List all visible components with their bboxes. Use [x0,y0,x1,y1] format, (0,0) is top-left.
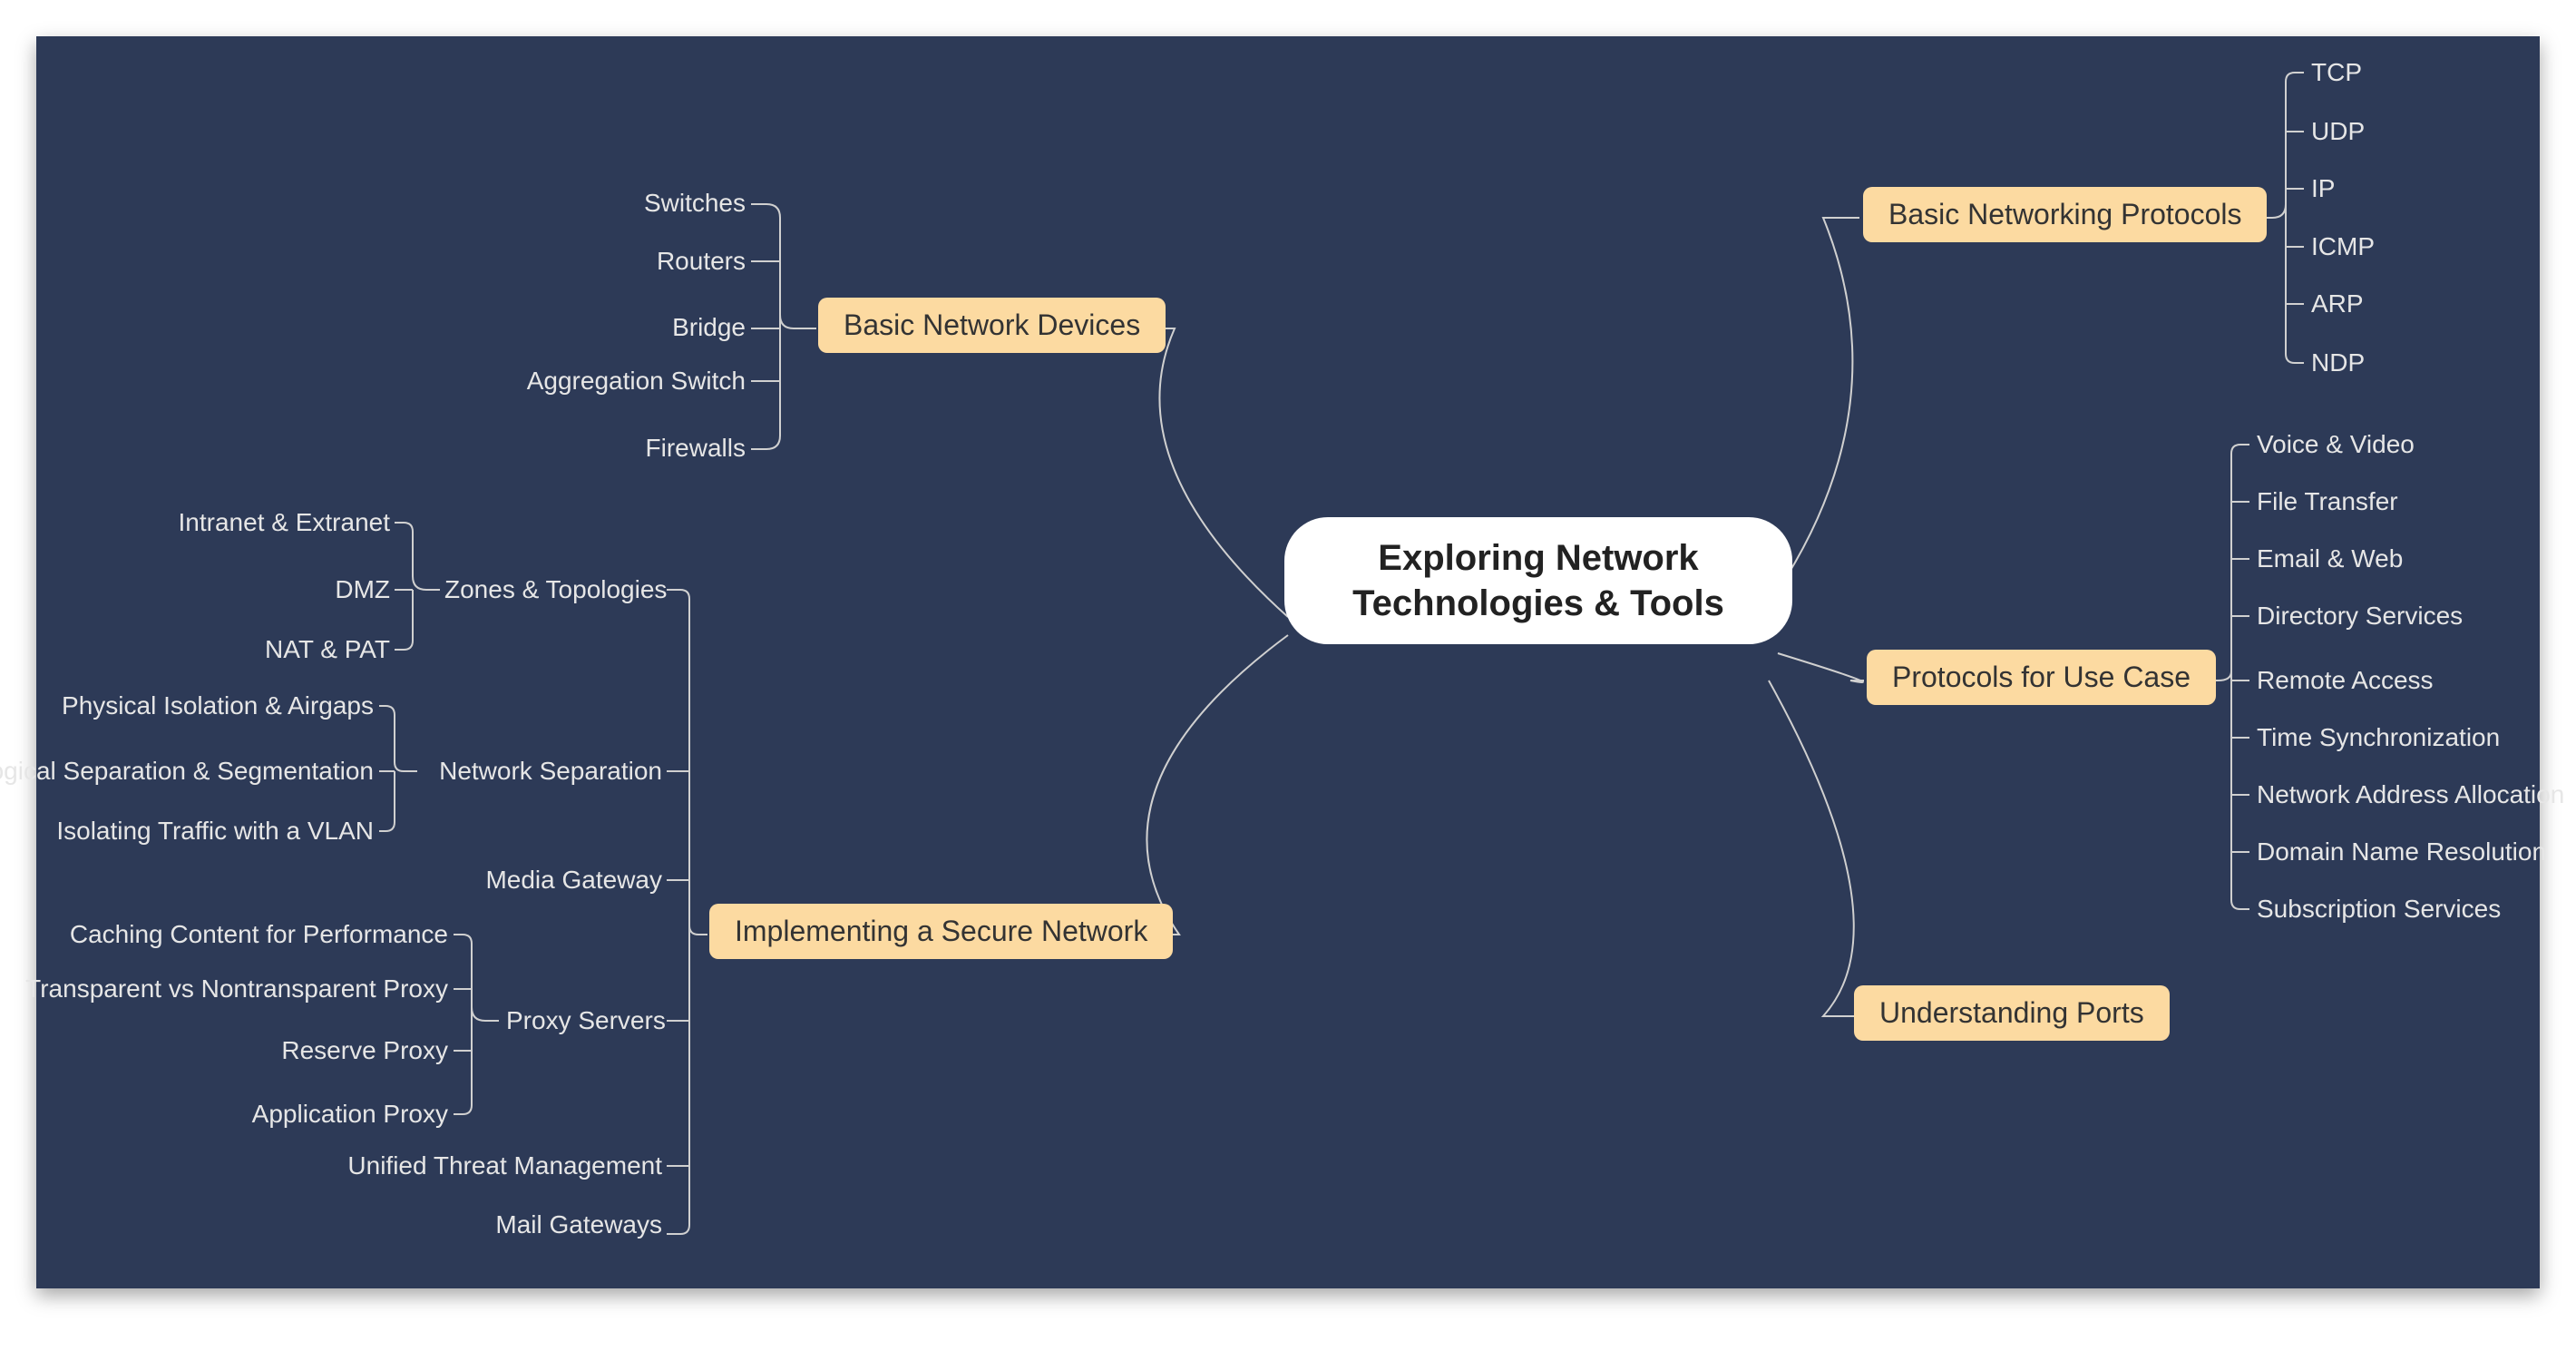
leaf-tcp[interactable]: TCP [2311,58,2362,87]
center-node[interactable]: Exploring Network Technologies & Tools [1284,517,1792,644]
leaf-time[interactable]: Time Synchronization [2257,723,2500,752]
branch-ports[interactable]: Understanding Ports [1854,985,2170,1041]
leaf-dns[interactable]: Domain Name Resolution [2257,837,2546,867]
leaf-switches[interactable]: Switches [354,189,746,218]
leaf-bridge[interactable]: Bridge [354,313,746,342]
branch-basic-devices-label: Basic Network Devices [844,308,1140,341]
branch-basic-devices[interactable]: Basic Network Devices [818,298,1166,353]
leaf-intranet[interactable]: Intranet & Extranet [91,508,390,537]
leaf-dir[interactable]: Directory Services [2257,602,2463,631]
branch-usecase-label: Protocols for Use Case [1892,661,2191,693]
branch-secure-network[interactable]: Implementing a Secure Network [709,904,1173,959]
leaf-ip[interactable]: IP [2311,174,2335,203]
leaf-ndp[interactable]: NDP [2311,348,2365,377]
leaf-firewalls[interactable]: Firewalls [354,434,746,463]
leaf-reverse[interactable]: Reserve Proxy [209,1036,448,1065]
leaf-remote[interactable]: Remote Access [2257,666,2434,695]
branch-usecase[interactable]: Protocols for Use Case [1867,650,2216,705]
mindmap-canvas: Exploring Network Technologies & Tools B… [36,36,2540,1288]
leaf-email[interactable]: Email & Web [2257,544,2403,573]
leaf-icmp[interactable]: ICMP [2311,232,2375,261]
leaf-transparent[interactable]: Transparent vs Nontransparent Proxy [0,974,448,1004]
leaf-udp[interactable]: UDP [2311,117,2365,146]
node-media[interactable]: Media Gateway [481,866,662,895]
node-utm[interactable]: Unified Threat Management [345,1151,662,1180]
leaf-vlan[interactable]: Isolating Traffic with a VLAN [18,817,374,846]
leaf-appproxy[interactable]: Application Proxy [172,1100,448,1129]
center-line2: Technologies & Tools [1352,583,1724,623]
leaf-segmentation[interactable]: Logical Separation & Segmentation [0,757,374,786]
leaf-dmz[interactable]: DMZ [91,575,390,604]
branch-secure-network-label: Implementing a Secure Network [735,915,1147,947]
branch-protocols[interactable]: Basic Networking Protocols [1863,187,2267,242]
leaf-ft[interactable]: File Transfer [2257,487,2398,516]
node-proxy[interactable]: Proxy Servers [506,1006,662,1035]
leaf-arp[interactable]: ARP [2311,289,2364,318]
leaf-caching[interactable]: Caching Content for Performance [27,920,448,949]
leaf-voice[interactable]: Voice & Video [2257,430,2415,459]
leaf-nat[interactable]: NAT & PAT [91,635,390,664]
branch-protocols-label: Basic Networking Protocols [1888,198,2241,230]
center-line1: Exploring Network [1378,538,1698,578]
branch-ports-label: Understanding Ports [1879,996,2144,1029]
node-mail[interactable]: Mail Gateways [463,1210,662,1239]
leaf-alloc[interactable]: Network Address Allocation [2257,780,2564,809]
leaf-aggswitch[interactable]: Aggregation Switch [354,367,746,396]
leaf-sub[interactable]: Subscription Services [2257,895,2501,924]
leaf-airgaps[interactable]: Physical Isolation & Airgaps [0,691,374,720]
node-zones[interactable]: Zones & Topologies [444,575,662,604]
node-separation[interactable]: Network Separation [422,757,662,786]
leaf-routers[interactable]: Routers [354,247,746,276]
